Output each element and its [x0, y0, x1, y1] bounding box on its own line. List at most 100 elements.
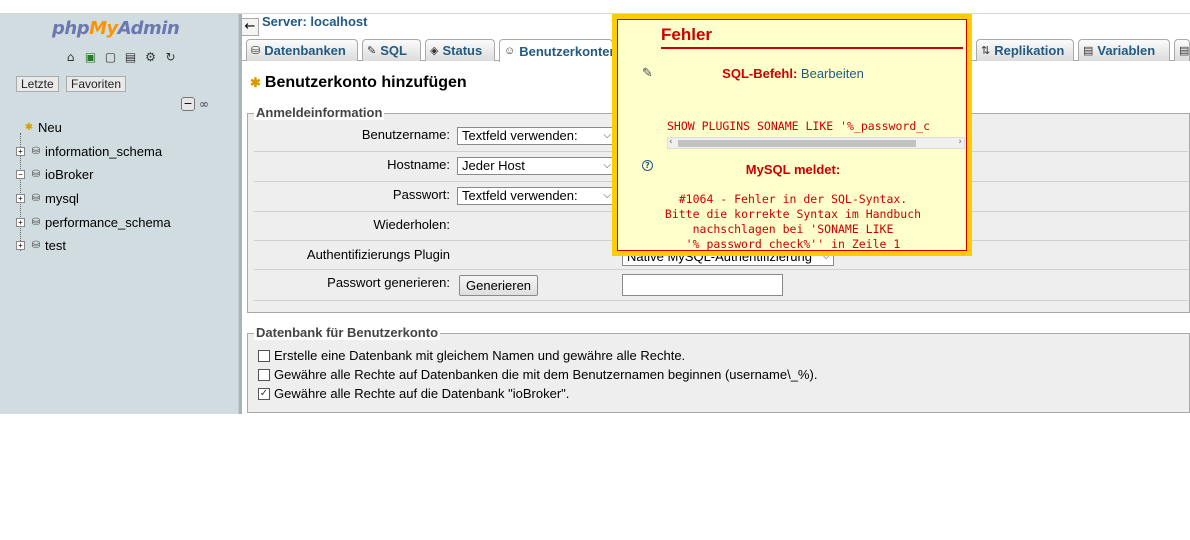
- iobroker-privileges-checkbox[interactable]: ✓: [258, 387, 270, 400]
- error-message-line: Bitte die korrekte Syntax im Handbuch: [664, 207, 922, 221]
- password-label: Passwort:: [392, 187, 450, 202]
- logo-text-my: My: [89, 18, 118, 39]
- tab-label: Variablen: [1097, 43, 1156, 58]
- panel-resize-handle[interactable]: [238, 14, 242, 414]
- generated-password-field[interactable]: [622, 274, 783, 296]
- generate-password-label: Passwort generieren:: [327, 275, 450, 290]
- tab-more[interactable]: ▤: [1174, 39, 1190, 61]
- phpmyadmin-logo[interactable]: phpMyAdmin: [52, 18, 180, 39]
- tree-item-label: test: [45, 238, 66, 253]
- create-database-checkbox[interactable]: [258, 349, 270, 362]
- tree-item-test[interactable]: + ⛁ test: [16, 238, 66, 253]
- favorite-tables-button[interactable]: Favoriten: [66, 76, 127, 92]
- users-icon: ☺: [504, 45, 516, 57]
- database-icon: ⛁: [31, 146, 41, 157]
- auth-plugin-label: Authentifizierungs Plugin: [306, 247, 450, 262]
- checkbox-label: Gewähre alle Rechte auf die Datenbank "i…: [274, 386, 570, 401]
- hostname-select[interactable]: Jeder Host ⌵: [457, 157, 615, 175]
- password-select[interactable]: Textfeld verwenden: ⌵: [457, 187, 615, 205]
- link-with-main-panel-icon[interactable]: ∞: [199, 97, 209, 111]
- exit-icon[interactable]: ▣: [82, 48, 99, 65]
- breadcrumb-server[interactable]: Server: localhost: [262, 14, 368, 29]
- chevron-down-icon: ⌵: [603, 160, 611, 171]
- iobroker-privileges-checkbox-row[interactable]: ✓ Gewähre alle Rechte auf die Datenbank …: [258, 386, 569, 401]
- horizontal-scrollbar[interactable]: ‹ ›: [667, 137, 965, 149]
- database-icon: ⛁: [31, 217, 41, 228]
- tree-item-label: Neu: [38, 120, 62, 135]
- scroll-left-icon[interactable]: ‹: [669, 137, 673, 147]
- tab-label: SQL: [380, 43, 407, 58]
- select-value: Textfeld verwenden:: [462, 128, 578, 143]
- settings-icon[interactable]: ⚙: [142, 48, 159, 65]
- chevron-down-icon: ⌵: [603, 130, 611, 141]
- logo-text-php: php: [52, 18, 90, 39]
- database-icon: ⛁: [251, 45, 261, 57]
- edit-pencil-icon[interactable]: ✎: [642, 66, 653, 81]
- repeat-password-label: Wiederholen:: [373, 217, 450, 232]
- checkbox-label: Erstelle eine Datenbank mit gleichem Nam…: [274, 348, 686, 363]
- reload-icon[interactable]: ↻: [162, 48, 179, 65]
- wildcard-privileges-checkbox[interactable]: [258, 368, 270, 381]
- tree-item-label: performance_schema: [45, 215, 171, 230]
- expand-icon[interactable]: +: [16, 218, 25, 227]
- database-icon: ⛁: [31, 240, 41, 251]
- scrollbar-thumb[interactable]: [678, 140, 916, 147]
- add-user-icon: ✱: [250, 75, 261, 90]
- expand-icon[interactable]: +: [16, 147, 25, 156]
- scroll-right-icon[interactable]: ›: [958, 137, 962, 147]
- login-information-legend: Anmeldeinformation: [254, 105, 385, 120]
- sql-command-label: SQL-Befehl:: [722, 66, 798, 81]
- select-value: Textfeld verwenden:: [462, 188, 578, 203]
- status-icon: ◈: [430, 45, 439, 57]
- tree-item-new[interactable]: ✱ Neu: [22, 120, 62, 135]
- nav-icon-bar: ⌂ ▣ ▢ ▤ ⚙ ↻: [62, 48, 179, 65]
- tab-user-accounts[interactable]: ☺ Benutzerkonten: [499, 39, 613, 62]
- variables-icon: ▤: [1083, 45, 1094, 57]
- tree-item-label: ioBroker: [45, 167, 94, 182]
- tab-databases[interactable]: ⛁ Datenbanken: [246, 39, 358, 61]
- database-icon: ⛁: [31, 169, 41, 180]
- username-select[interactable]: Textfeld verwenden: ⌵: [457, 127, 615, 145]
- tab-sql[interactable]: ✎ SQL: [362, 39, 421, 61]
- error-popup-body: Fehler SQL-Befehl: Bearbeiten ✎ SHOW PLU…: [617, 19, 967, 251]
- select-value: Jeder Host: [462, 158, 525, 173]
- tab-label: Datenbanken: [264, 43, 346, 58]
- tree-item-mysql[interactable]: + ⛁ mysql: [16, 191, 79, 206]
- tab-label: Benutzerkonten: [519, 43, 613, 59]
- error-message-line: #1064 - Fehler in der SQL-Syntax.: [678, 192, 908, 206]
- tab-replication[interactable]: ⇅ Replikation: [976, 39, 1074, 61]
- row-divider: [254, 269, 1188, 270]
- tab-status[interactable]: ◈ Status: [425, 39, 495, 61]
- recent-tables-button[interactable]: Letzte: [16, 76, 59, 92]
- collapse-icon[interactable]: −: [16, 170, 25, 179]
- tab-label: Status: [442, 43, 483, 58]
- home-icon[interactable]: ⌂: [62, 48, 79, 65]
- tree-item-label: information_schema: [45, 144, 163, 159]
- mysql-said-label: MySQL meldet:: [745, 162, 841, 177]
- tree-item-iobroker[interactable]: − ⛁ ioBroker: [16, 167, 93, 182]
- error-popup: Fehler SQL-Befehl: Bearbeiten ✎ SHOW PLU…: [612, 14, 972, 256]
- tab-variables[interactable]: ▤ Variablen: [1078, 39, 1170, 61]
- error-title: Fehler: [661, 25, 713, 44]
- database-for-user-legend: Datenbank für Benutzerkonto: [254, 325, 441, 340]
- chevron-down-icon: ⌵: [603, 190, 611, 201]
- edit-query-link[interactable]: Bearbeiten: [801, 66, 864, 81]
- documentation-icon[interactable]: ▤: [122, 48, 139, 65]
- checkbox-label: Gewähre alle Rechte auf Datenbanken die …: [274, 367, 818, 382]
- expand-icon[interactable]: +: [16, 194, 25, 203]
- new-database-icon: ✱: [24, 122, 34, 133]
- tree-item-information-schema[interactable]: + ⛁ information_schema: [16, 144, 162, 159]
- database-icon: ⛁: [31, 193, 41, 204]
- tree-item-performance-schema[interactable]: + ⛁ performance_schema: [16, 215, 171, 230]
- wildcard-privileges-checkbox-row[interactable]: Gewähre alle Rechte auf Datenbanken die …: [258, 367, 817, 382]
- back-arrow-icon[interactable]: ←: [241, 18, 259, 36]
- error-title-rule: [661, 47, 963, 49]
- collapse-all-icon[interactable]: −: [181, 97, 195, 111]
- logo-text-admin: Admin: [117, 18, 180, 39]
- sql-query-window-icon[interactable]: ▢: [102, 48, 119, 65]
- expand-icon[interactable]: +: [16, 241, 25, 250]
- generate-password-button[interactable]: Generieren: [459, 275, 539, 296]
- sql-command-line: SQL-Befehl: Bearbeiten: [618, 66, 966, 81]
- create-database-checkbox-row[interactable]: Erstelle eine Datenbank mit gleichem Nam…: [258, 348, 685, 363]
- tree-item-label: mysql: [45, 191, 79, 206]
